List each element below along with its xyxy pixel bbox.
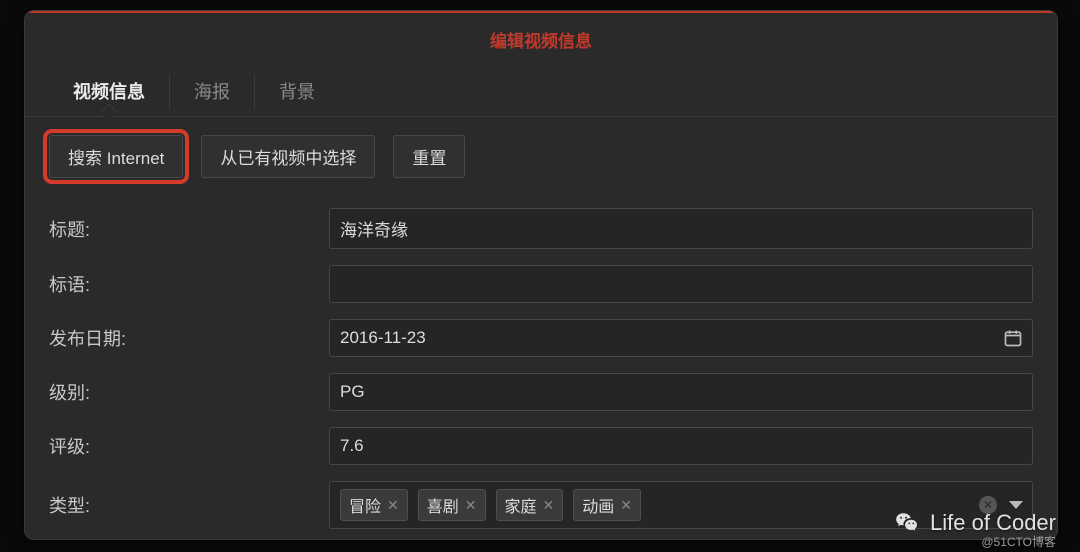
calendar-icon[interactable] [1003, 328, 1023, 348]
tag-label: 动画 [582, 493, 614, 517]
edit-video-dialog: 编辑视频信息 视频信息 海报 背景 搜索 Internet 从已有视频中选择 重… [24, 10, 1058, 540]
label-release-date: 发布日期: [49, 325, 329, 351]
dialog-title: 编辑视频信息 [25, 13, 1057, 68]
row-certification: 级别: PG [49, 365, 1033, 419]
tagline-field[interactable] [329, 265, 1033, 303]
form: 标题: 海洋奇缘 标语: 发布日期: 2016-11-23 级别: PG [25, 200, 1057, 540]
genre-tag[interactable]: 家庭 ✕ [496, 489, 564, 521]
remove-tag-icon[interactable]: ✕ [620, 497, 632, 514]
label-certification: 级别: [49, 379, 329, 405]
tab-video-info[interactable]: 视频信息 [49, 68, 169, 116]
row-cast: 演员: Auli'i Cravalho✕ Dwavne Johnson✕ [49, 537, 1033, 540]
toolbar: 搜索 Internet 从已有视频中选择 重置 [25, 117, 1057, 200]
title-field[interactable]: 海洋奇缘 [329, 208, 1033, 249]
tag-label: 家庭 [505, 493, 537, 517]
tag-label: 冒险 [349, 493, 381, 517]
row-genre: 类型: 冒险 ✕ 喜剧 ✕ 家庭 ✕ 动画 ✕ ✕ [49, 473, 1033, 537]
tab-poster[interactable]: 海报 [170, 68, 254, 116]
row-release-date: 发布日期: 2016-11-23 [49, 311, 1033, 365]
genre-tag[interactable]: 动画 ✕ [573, 489, 641, 521]
label-genre: 类型: [49, 492, 329, 518]
genre-tag[interactable]: 喜剧 ✕ [418, 489, 486, 521]
reset-button[interactable]: 重置 [393, 135, 465, 178]
tabs: 视频信息 海报 背景 [25, 68, 1057, 117]
row-rating: 评级: 7.6 [49, 419, 1033, 473]
rating-field[interactable]: 7.6 [329, 427, 1033, 465]
row-title: 标题: 海洋奇缘 [49, 200, 1033, 257]
label-title: 标题: [49, 216, 329, 242]
remove-tag-icon[interactable]: ✕ [465, 497, 477, 514]
dropdown-icon[interactable] [1009, 501, 1023, 509]
label-rating: 评级: [49, 433, 329, 459]
certification-field[interactable]: PG [329, 373, 1033, 411]
release-date-field[interactable]: 2016-11-23 [329, 319, 1033, 357]
search-internet-button[interactable]: 搜索 Internet [49, 135, 183, 178]
row-tagline: 标语: [49, 257, 1033, 311]
genre-tag[interactable]: 冒险 ✕ [340, 489, 408, 521]
remove-tag-icon[interactable]: ✕ [387, 497, 399, 514]
remove-tag-icon[interactable]: ✕ [543, 497, 555, 514]
tag-label: 喜剧 [427, 493, 459, 517]
select-existing-button[interactable]: 从已有视频中选择 [201, 135, 375, 178]
watermark-sub: @51CTO博客 [981, 533, 1056, 550]
label-tagline: 标语: [49, 271, 329, 297]
tab-background[interactable]: 背景 [255, 68, 339, 116]
wechat-icon [894, 510, 920, 536]
